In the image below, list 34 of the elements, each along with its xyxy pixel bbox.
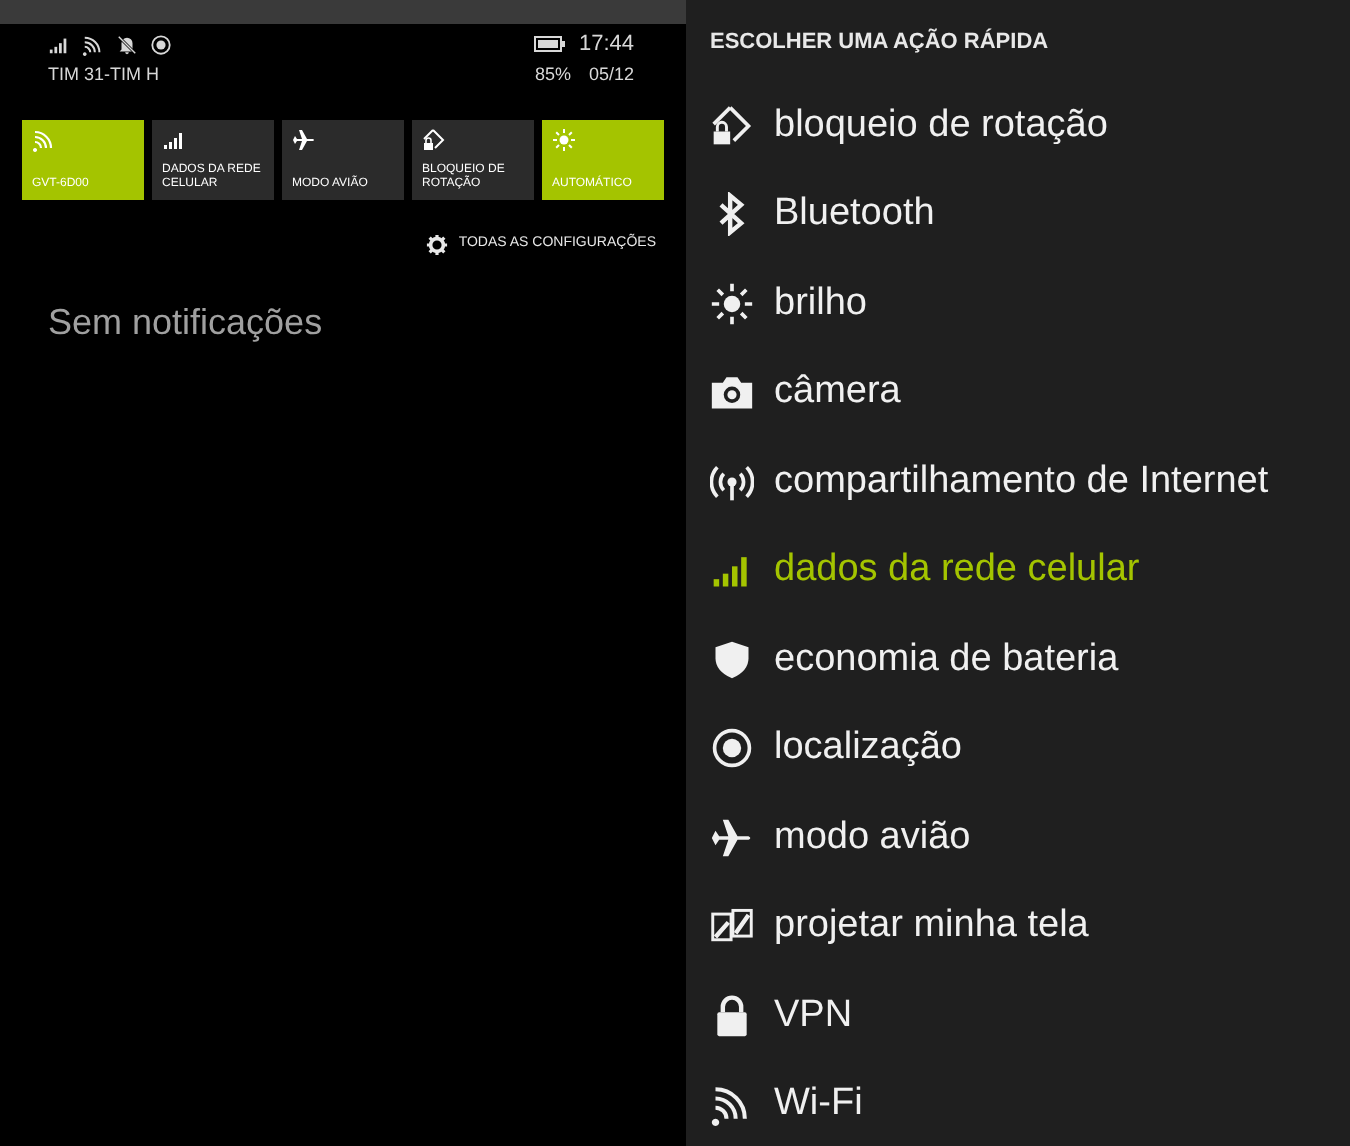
settings-icon	[426, 233, 449, 255]
quick-action-option[interactable]: bloqueio de rotação	[710, 81, 1350, 170]
target-icon	[710, 726, 754, 771]
battery-percent: 85%	[534, 62, 571, 88]
sun-icon	[710, 281, 754, 326]
airplane-icon	[292, 127, 316, 151]
quick-action-option[interactable]: Bluetooth	[710, 170, 1350, 259]
quick-action-option[interactable]: VPN	[710, 971, 1350, 1060]
sun-icon	[552, 127, 576, 151]
house-lock-icon	[710, 103, 754, 148]
shield-icon	[710, 637, 754, 682]
quick-action-option[interactable]: economia de bateria	[710, 615, 1350, 704]
quick-action-option[interactable]: compartilhamento de Internet	[710, 437, 1350, 526]
picker-title: ESCOLHER UMA AÇÃO RÁPIDA	[710, 26, 1051, 58]
date-text: 05/12	[588, 62, 634, 88]
quick-action-option[interactable]: projetar minha tela	[710, 882, 1350, 971]
quick-action-option[interactable]: localização	[710, 704, 1350, 793]
target-icon	[150, 33, 172, 55]
quick-action-option[interactable]: dados da rede celular	[710, 526, 1350, 615]
airplane-icon	[710, 815, 754, 860]
wifi-icon	[32, 127, 56, 151]
quick-action-option[interactable]: brilho	[710, 259, 1350, 348]
carrier-name: TIM 31-TIM H	[48, 62, 161, 88]
muted-bell-icon	[116, 33, 138, 55]
quick-action-option[interactable]: câmera	[710, 348, 1350, 437]
wifi-icon	[82, 33, 104, 55]
quick-action-option[interactable]: Wi-Fi	[710, 1060, 1350, 1146]
signal-bars-icon	[48, 33, 70, 55]
house-lock-icon	[422, 127, 446, 151]
quick-action-option[interactable]: modo avião	[710, 793, 1350, 882]
signal-bars-icon	[162, 127, 186, 151]
empty-notifications-text: Sem notificações	[48, 299, 325, 346]
battery-icon	[534, 36, 567, 52]
clock-time: 17:44	[578, 29, 634, 60]
